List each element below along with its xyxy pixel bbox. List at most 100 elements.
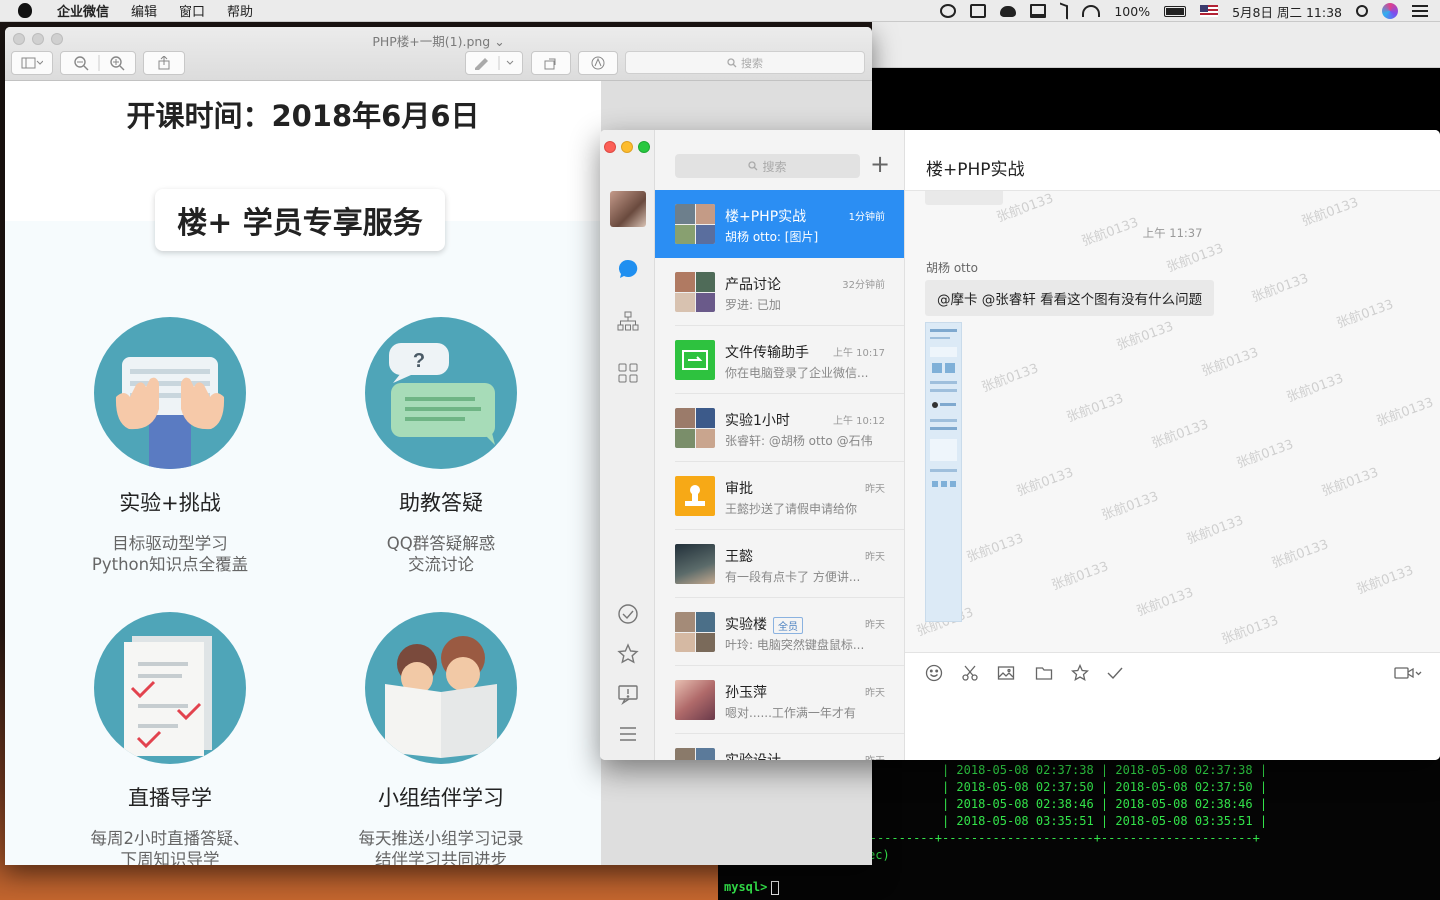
conversation-preview: 嗯对......工作满一年才有 bbox=[725, 706, 856, 720]
conversation-item[interactable]: 孙玉萍 昨天 嗯对......工作满一年才有 bbox=[655, 666, 904, 734]
previous-message-bubble[interactable] bbox=[925, 191, 1003, 205]
pen-icon bbox=[475, 56, 514, 70]
feature-desc-line: QQ群答疑解惑 bbox=[386, 534, 496, 553]
screenshot-scissors-icon[interactable] bbox=[960, 663, 980, 683]
conversation-name: 实验楼 全员 bbox=[725, 614, 803, 634]
qq-tray-icon[interactable] bbox=[1000, 5, 1017, 17]
video-call-icon[interactable] bbox=[1392, 663, 1424, 683]
feature-desc: 每天推送小组学习记录 结伴学习共同进步 bbox=[321, 828, 561, 865]
wifi-icon[interactable] bbox=[1082, 5, 1101, 17]
apple-menu-icon[interactable] bbox=[14, 0, 36, 22]
feature-desc-line: Python知识点全覆盖 bbox=[91, 555, 249, 574]
input-source-flag-icon[interactable] bbox=[1200, 5, 1219, 17]
watermark: 张航0133 bbox=[1234, 437, 1296, 472]
conversation-item[interactable]: 实验1小时 上午 10:12 张睿轩: @胡杨 otto @石伟 bbox=[655, 394, 904, 462]
feature-title: 实验+挑战 bbox=[119, 491, 221, 515]
menu-app-name[interactable]: 企业微信 bbox=[46, 1, 120, 20]
annotate-button[interactable] bbox=[578, 51, 618, 75]
airplay-icon[interactable] bbox=[1030, 4, 1047, 18]
menu-help[interactable]: 帮助 bbox=[216, 1, 264, 20]
conversation-item[interactable]: 楼+PHP实战 1分钟前 胡杨 otto: [图片] bbox=[655, 190, 904, 258]
battery-icon[interactable] bbox=[1164, 5, 1187, 17]
conversation-list: 搜索 + 楼+PHP实战 1分钟前 胡杨 otto: [图片] 产品讨论 32分… bbox=[655, 130, 905, 760]
notification-center-icon[interactable] bbox=[1412, 5, 1428, 17]
markup-button[interactable] bbox=[465, 51, 523, 75]
messages-icon[interactable] bbox=[616, 257, 640, 281]
zoom-button[interactable] bbox=[638, 141, 650, 153]
watermark: 张航0133 bbox=[964, 531, 1026, 566]
watermark: 张航0133 bbox=[1099, 489, 1161, 524]
rotate-button[interactable] bbox=[531, 51, 571, 75]
window-tray-icon[interactable] bbox=[970, 4, 987, 18]
terminal-prompt[interactable]: mysql> bbox=[724, 880, 780, 895]
conversation-name: 孙玉萍 bbox=[725, 685, 767, 701]
favorite-star-icon[interactable] bbox=[1070, 663, 1090, 683]
watermark: 张航0133 bbox=[1184, 513, 1246, 548]
group-avatar bbox=[675, 408, 715, 448]
siri-icon[interactable] bbox=[1382, 3, 1398, 19]
share-button[interactable] bbox=[143, 51, 185, 75]
poster-date-line: 开课时间：2018年6月6日 bbox=[126, 99, 480, 133]
clock[interactable]: 5月8日 周二 11:38 bbox=[1232, 2, 1342, 21]
message-area[interactable]: 张航0133 张航0133 张航0133 张航0133 张航0133 张航013… bbox=[905, 191, 1440, 652]
conversation-time: 昨天 bbox=[865, 688, 885, 699]
spotlight-search-icon[interactable] bbox=[1356, 5, 1368, 17]
watermark: 张航0133 bbox=[979, 361, 1041, 396]
workspace-apps-icon[interactable] bbox=[616, 361, 640, 385]
bluetooth-icon[interactable] bbox=[1060, 2, 1069, 20]
feature-desc-line: 结伴学习共同进步 bbox=[375, 850, 507, 865]
feedback-icon[interactable] bbox=[616, 682, 640, 706]
watermark: 张航0133 bbox=[1249, 271, 1311, 306]
conversation-time: 昨天 bbox=[865, 752, 885, 760]
chat-panel: 楼+PHP实战 张航0133 张航0133 张航0133 张航0133 张航01… bbox=[905, 130, 1440, 760]
sidebar-toggle-button[interactable] bbox=[11, 51, 53, 75]
poster-banner: 楼+ 学员专享服务 bbox=[155, 189, 445, 251]
zoom-icons[interactable] bbox=[63, 55, 133, 71]
add-conversation-button[interactable]: + bbox=[869, 152, 891, 178]
conversation-item[interactable]: 产品讨论 32分钟前 罗进: 已加 bbox=[655, 258, 904, 326]
image-icon[interactable] bbox=[996, 663, 1016, 683]
sidebar-icon bbox=[21, 57, 43, 69]
watermark: 张航0133 bbox=[1064, 391, 1126, 426]
search-icon bbox=[748, 161, 758, 171]
group-avatar bbox=[675, 272, 715, 312]
conversation-name: 楼+PHP实战 bbox=[725, 209, 807, 225]
todo-check-icon[interactable] bbox=[616, 602, 640, 626]
close-button[interactable] bbox=[604, 141, 616, 153]
menu-window[interactable]: 窗口 bbox=[168, 1, 216, 20]
folder-icon[interactable] bbox=[1034, 663, 1054, 683]
avatar[interactable] bbox=[610, 191, 646, 227]
emoji-icon[interactable] bbox=[924, 663, 944, 683]
conversation-item[interactable]: 实验楼 全员 昨天 叶玲: 电脑突然键盘鼠标... bbox=[655, 598, 904, 666]
conversation-item[interactable]: 审批 昨天 王懿抄送了请假申请给你 bbox=[655, 462, 904, 530]
conversation-name: 王懿 bbox=[725, 549, 753, 565]
conversation-item[interactable]: 文件传输助手 上午 10:17 你在电脑登录了企业微信... bbox=[655, 326, 904, 394]
checkmark-icon[interactable] bbox=[1105, 663, 1125, 683]
minimize-button[interactable] bbox=[621, 141, 633, 153]
chat-tray-icon[interactable] bbox=[940, 4, 957, 18]
conversation-item[interactable]: 王懿 昨天 有一段有点卡了 方便讲... bbox=[655, 530, 904, 598]
conversation-item[interactable]: 实验设计 昨天 bbox=[655, 734, 904, 760]
favorites-star-icon[interactable] bbox=[616, 642, 640, 666]
feature-title: 直播导学 bbox=[128, 786, 212, 810]
menu-hamburger-icon[interactable] bbox=[616, 722, 640, 746]
conversation-search-input[interactable]: 搜索 bbox=[675, 154, 860, 178]
conversation-name: 文件传输助手 bbox=[725, 345, 809, 361]
preview-search-field[interactable]: 搜索 bbox=[625, 51, 865, 74]
conversation-preview: 张睿轩: @胡杨 otto @石伟 bbox=[725, 434, 873, 448]
conversation-name: 实验设计 bbox=[725, 750, 781, 760]
feature-title: 助教答疑 bbox=[399, 491, 483, 515]
group-avatar bbox=[675, 748, 715, 760]
wecom-sidebar bbox=[600, 130, 655, 760]
conversation-preview: 有一段有点卡了 方便讲... bbox=[725, 570, 861, 584]
image-message-thumbnail[interactable] bbox=[925, 322, 962, 622]
speech-bubble-illustration-icon: ? bbox=[365, 317, 517, 469]
watermark: 张航0133 bbox=[1014, 465, 1076, 500]
readers-illustration-icon bbox=[365, 612, 517, 764]
message-bubble[interactable]: @摩卡 @张睿轩 看看这个图有没有什么问题 bbox=[925, 280, 1215, 316]
message-sender: 胡杨 otto bbox=[926, 261, 978, 275]
menu-edit[interactable]: 编辑 bbox=[120, 1, 168, 20]
search-placeholder: 搜索 bbox=[741, 56, 763, 70]
watermark: 张航0133 bbox=[1299, 195, 1361, 230]
contacts-org-icon[interactable] bbox=[616, 309, 640, 333]
